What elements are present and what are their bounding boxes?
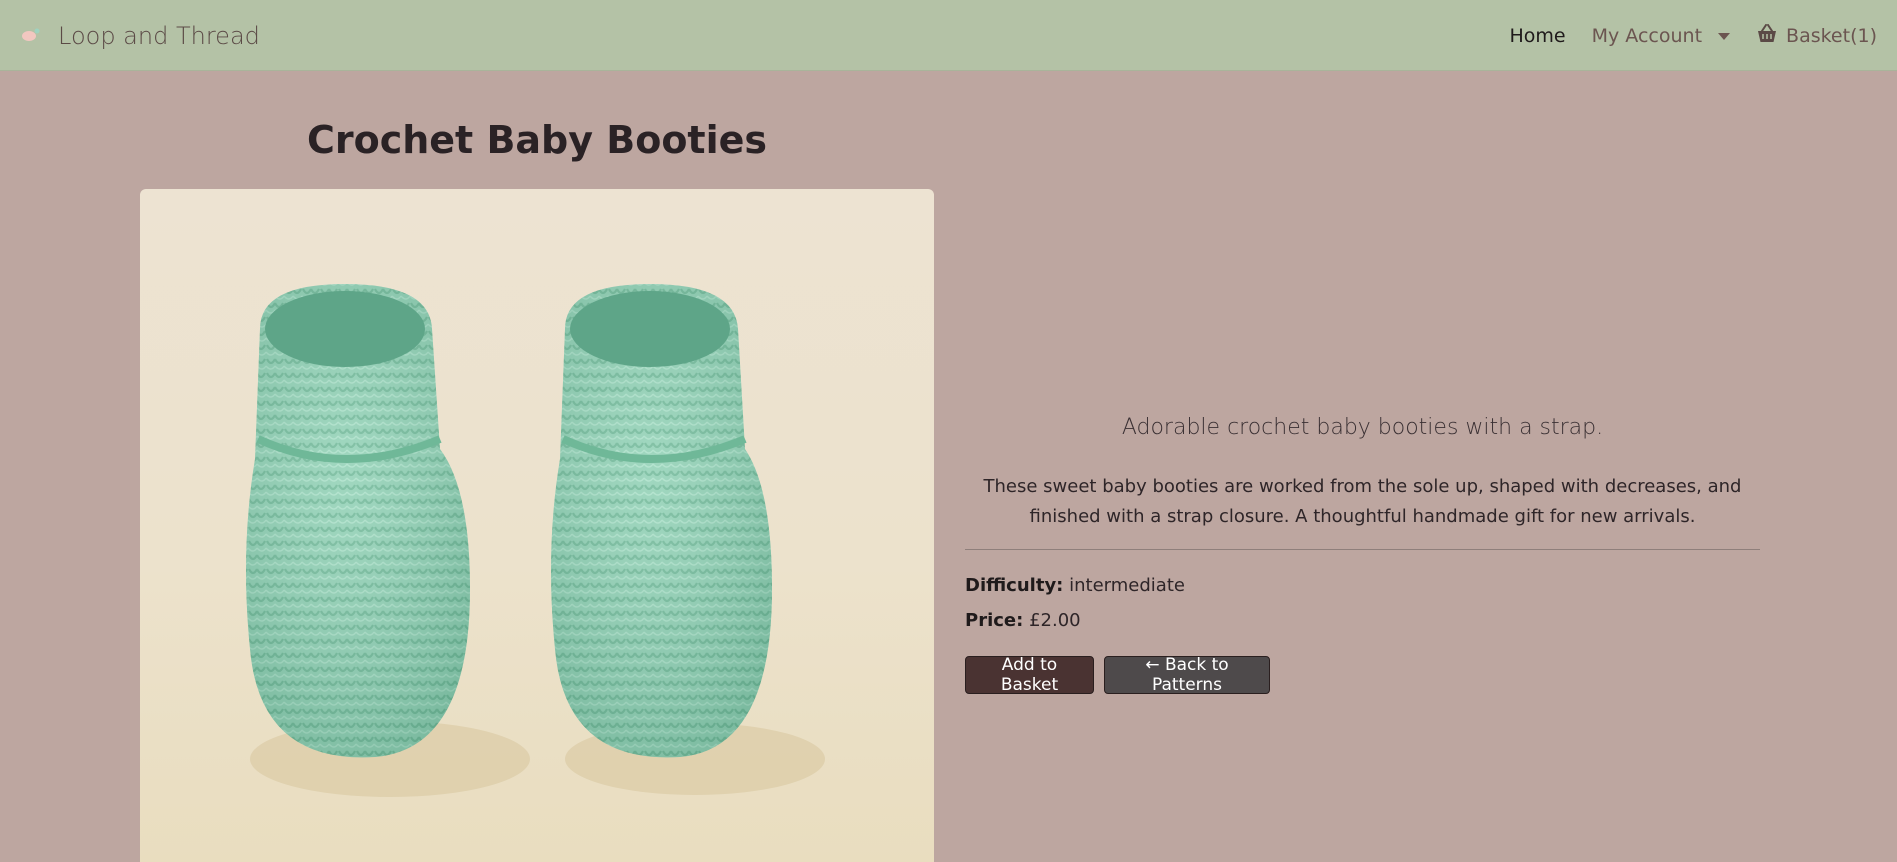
nav-home-link[interactable]: Home: [1510, 25, 1566, 47]
product-tagline: Adorable crochet baby booties with a str…: [1121, 415, 1604, 440]
brand-name: Loop and Thread: [58, 22, 260, 50]
nav-basket-label: Basket(1): [1786, 25, 1877, 47]
price-value: £2.00: [1029, 610, 1081, 631]
add-to-basket-button[interactable]: Add to Basket: [965, 655, 1094, 695]
nav-links: Home My Account Basket(1): [1510, 20, 1877, 52]
back-to-patterns-button[interactable]: ← Back to Patterns: [1104, 655, 1270, 695]
nav-account-label: My Account: [1591, 25, 1703, 47]
shopping-basket-icon: [1756, 23, 1778, 49]
divider: [965, 549, 1760, 550]
difficulty-label: Difficulty:: [965, 575, 1064, 596]
difficulty-value: intermediate: [1069, 575, 1185, 596]
product-description: These sweet baby booties are worked from…: [983, 476, 1742, 527]
product-image: [140, 189, 934, 862]
nav-account-dropdown[interactable]: My Account: [1591, 25, 1731, 47]
product-title: Crochet Baby Booties: [306, 118, 768, 162]
price-line: Price: £2.00: [965, 610, 1081, 631]
caret-down-icon: [1718, 32, 1731, 40]
nav-basket-link[interactable]: Basket(1): [1756, 23, 1877, 49]
difficulty-line: Difficulty: intermediate: [965, 575, 1185, 596]
yarn-ball-icon: [20, 24, 44, 48]
navbar: Loop and Thread Home My Account Basket(1…: [0, 0, 1897, 71]
brand-link[interactable]: Loop and Thread: [20, 18, 260, 54]
price-label: Price:: [965, 610, 1024, 631]
